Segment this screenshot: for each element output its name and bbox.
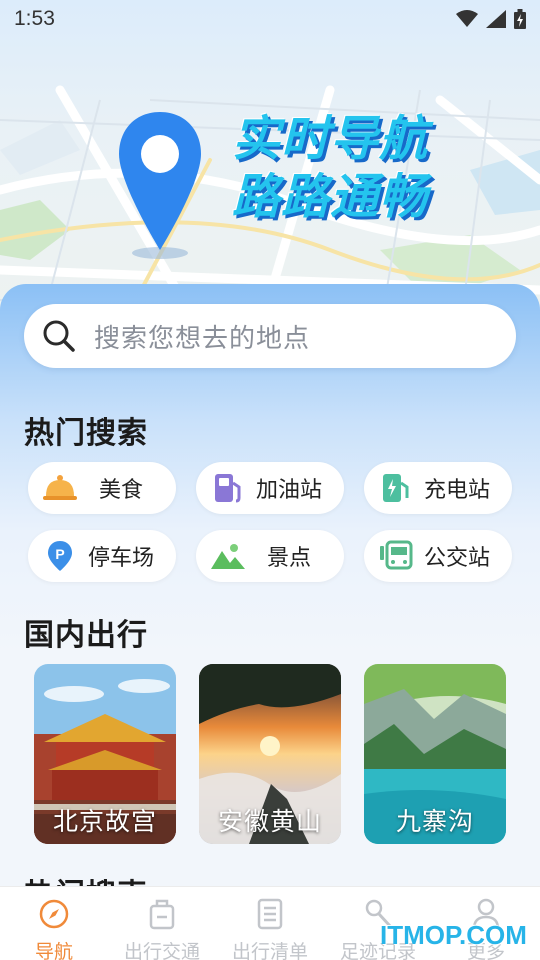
status-time: 1:53: [14, 7, 55, 30]
hero-slogan-line1: 实时导航: [232, 111, 429, 167]
wifi-icon: [456, 10, 478, 27]
chip-label: 充电站: [423, 478, 490, 503]
chip-label: 停车场: [87, 546, 154, 571]
nav-label: 出行清单: [231, 941, 308, 960]
watermark: ITMOP.COM: [380, 920, 527, 950]
location-pin-icon: [119, 112, 201, 259]
nav-item-navigation[interactable]: 导航: [0, 897, 108, 960]
status-bar: 1:53: [0, 0, 540, 38]
map-hero-banner: 1:53 实时导航 路路通畅: [0, 0, 540, 330]
hero-slogan: 实时导航 路路通畅: [232, 110, 428, 226]
chip-scenic-spot[interactable]: 景点: [196, 530, 344, 582]
search-icon: [43, 320, 75, 352]
destination-card-jiuzhaigou[interactable]: 九寨沟: [364, 664, 506, 844]
nav-item-transport[interactable]: 出行交通: [108, 897, 216, 960]
search-placeholder[interactable]: 搜索您想去的地点: [94, 318, 310, 355]
chip-gas-station[interactable]: 加油站: [196, 462, 344, 514]
compass-icon: [37, 897, 71, 931]
charging-station-icon: [378, 470, 414, 506]
luggage-icon: [145, 897, 179, 931]
battery-icon: [514, 9, 526, 29]
chip-label: 景点: [266, 546, 311, 571]
hero-slogan-line2: 路路通畅: [232, 169, 429, 225]
chip-parking[interactable]: P 停车场: [28, 530, 176, 582]
chip-bus-stop[interactable]: 公交站: [364, 530, 512, 582]
destination-label: 安徽黄山: [217, 807, 322, 836]
domestic-travel-title: 国内出行: [24, 618, 148, 653]
destination-card-forbidden-city[interactable]: 北京故宫: [34, 664, 176, 844]
svg-text:P: P: [55, 546, 64, 562]
chip-charging-station[interactable]: 充电站: [364, 462, 512, 514]
status-icons: [456, 9, 526, 29]
destination-list: 北京故宫 安徽黄山 九寨沟: [34, 664, 506, 844]
chip-food[interactable]: 美食: [28, 462, 176, 514]
chip-label: 公交站: [423, 546, 490, 571]
cell-signal-icon: [486, 10, 506, 28]
chip-label: 加油站: [255, 478, 322, 503]
destination-label: 北京故宫: [52, 807, 157, 836]
destination-card-huangshan[interactable]: 安徽黄山: [199, 664, 341, 844]
gas-station-icon: [210, 470, 246, 506]
parking-icon: P: [42, 538, 78, 574]
nav-label: 导航: [34, 941, 73, 960]
destination-label: 九寨沟: [395, 807, 474, 836]
chip-label: 美食: [98, 478, 143, 503]
main-panel: 搜索您想去的地点 热门搜索 美食 加油站 充电站 P 停车场 景点 公交站 国内…: [0, 284, 540, 913]
checklist-icon: [253, 897, 287, 931]
scenic-mountain-icon: [210, 538, 246, 574]
search-bar[interactable]: 搜索您想去的地点: [24, 304, 516, 368]
nav-label: 出行交通: [123, 941, 200, 960]
nav-item-checklist[interactable]: 出行清单: [216, 897, 324, 960]
hot-search-title: 热门搜索: [24, 416, 148, 451]
food-cloche-icon: [42, 470, 78, 506]
bus-icon: [378, 538, 414, 574]
hot-search-grid: 美食 加油站 充电站 P 停车场 景点 公交站: [28, 462, 512, 582]
